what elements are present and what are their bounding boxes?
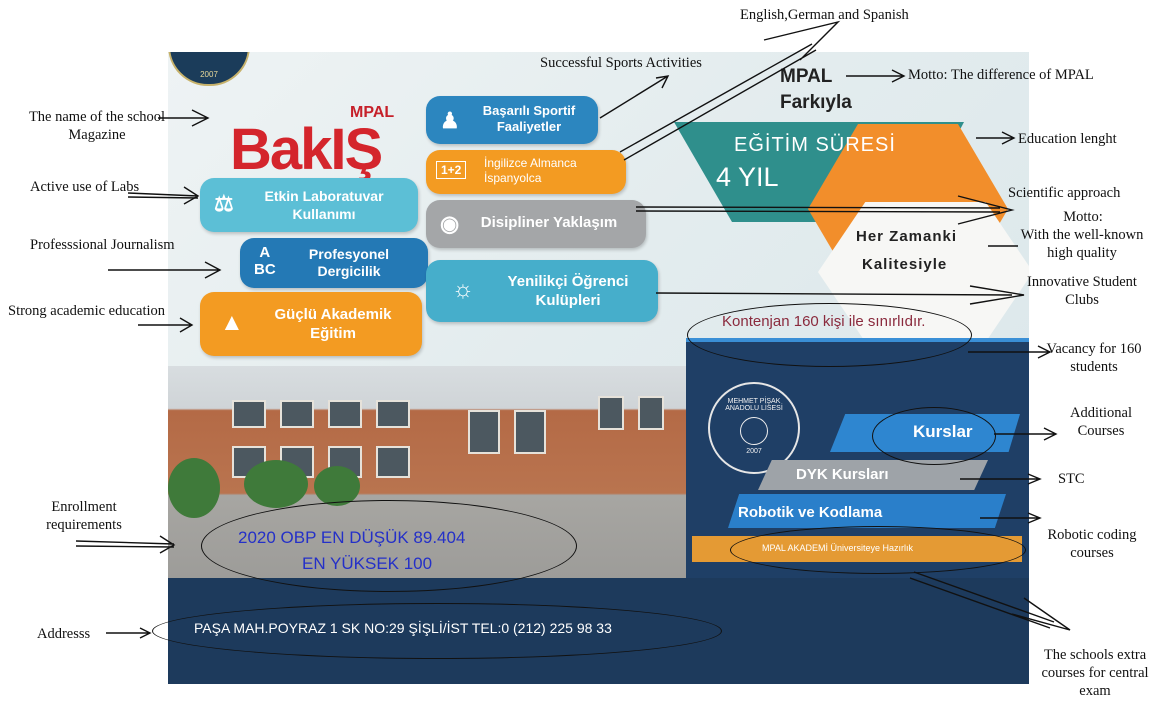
- languages-bubble: 1+2 İngilizce Almanca İspanyolca: [426, 150, 626, 194]
- note-motto: Motto: The difference of MPAL: [908, 67, 1094, 83]
- note-academic: Strong academic education: [8, 303, 166, 319]
- motto-line-1: MPAL: [780, 66, 833, 87]
- robotics-label: Robotik ve Kodlama: [738, 504, 883, 521]
- note-magazine: The name of the school Magazine: [28, 109, 166, 143]
- academic-bubble: ▲ Güçlü Akademik Eğitim: [200, 292, 422, 356]
- note-robotic: Robotic coding courses: [1047, 527, 1137, 561]
- abc-icon: A BC: [254, 244, 276, 278]
- motto-line-2: Farkıyla: [780, 92, 852, 113]
- school-emblem-icon: 2007: [168, 52, 250, 86]
- note-journalism: Professsional Journalism: [30, 237, 175, 253]
- lab-bubble: ⚖ Etkin Laboratuvar Kullanımı: [200, 178, 418, 232]
- note-sports: Successful Sports Activities: [540, 55, 702, 71]
- note-clubs: Innovative Student Clubs: [1027, 274, 1137, 308]
- dyk-label: DYK Kursları: [796, 466, 889, 483]
- lightbulb-icon: ☼: [452, 276, 474, 303]
- globe-icon: ◉: [440, 211, 460, 236]
- clubs-bubble: ☼ Yenilikçi Öğrenci Kulüpleri: [426, 260, 658, 322]
- magazine-brand: MPAL: [350, 104, 395, 121]
- education-years: 4 YIL: [716, 162, 779, 192]
- courses-highlight: [872, 407, 996, 465]
- seal-center: [740, 417, 768, 445]
- note-enrollment: Enrollment requirements: [46, 499, 122, 533]
- quota-highlight: [687, 303, 972, 367]
- note-motto2-a: Motto:: [1063, 209, 1103, 225]
- note-motto2-b: With the well-known high quality: [1020, 227, 1144, 261]
- note-languages: English,German and Spanish: [740, 7, 909, 23]
- education-label: EĞİTİM SÜRESİ: [734, 134, 896, 156]
- journalism-bubble: A BC Profesyonel Dergicilik: [240, 238, 428, 288]
- akademi-highlight: [730, 526, 1026, 574]
- quality-line-2: Kalitesiyle: [862, 256, 948, 273]
- note-stc: STC: [1058, 471, 1085, 487]
- note-additional: Additional Courses: [1069, 405, 1133, 439]
- flask-icon: ⚖: [214, 191, 234, 216]
- note-labs: Active use of Labs: [30, 179, 140, 195]
- arrow-enrollment: [75, 535, 176, 554]
- sports-bubble: ♟ Başarılı Sportif Faaliyetler: [426, 96, 598, 144]
- enrollment-highlight: [201, 500, 577, 592]
- address-highlight: [152, 603, 722, 659]
- quality-line-1: Her Zamanki: [856, 228, 958, 245]
- school-poster: 2007 BakIŞ MPAL ♟ Başarılı Sportif Faali…: [168, 52, 1029, 684]
- note-education: Education lenght: [1018, 131, 1117, 147]
- language-icon: 1+2: [436, 161, 467, 179]
- note-extra: The schools extra courses for central ex…: [1041, 647, 1149, 699]
- note-address: Addresss: [37, 626, 91, 642]
- magazine-title: BakIŞ: [230, 117, 383, 182]
- note-scientific: Scientific approach: [1008, 185, 1121, 201]
- person-icon: ♟: [440, 108, 460, 133]
- arrow-address: [106, 627, 152, 639]
- graduation-cap-icon: ▲: [220, 309, 244, 336]
- note-vacancy: Vacancy for 160 students: [1046, 341, 1142, 375]
- interdisciplinary-bubble: ◉ Disipliner Yaklaşım: [426, 200, 646, 248]
